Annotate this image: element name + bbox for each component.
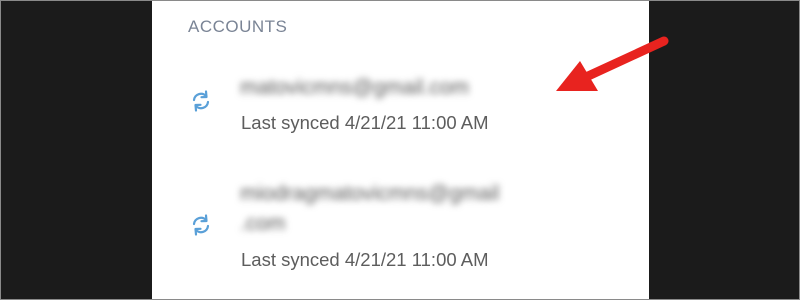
account-last-synced: Last synced 4/21/21 11:00 AM xyxy=(241,249,489,270)
account-email-line-2: .com xyxy=(240,212,286,235)
sync-icon xyxy=(192,90,210,112)
annotation-arrow xyxy=(556,36,669,91)
account-last-synced: Last synced 4/21/21 11:00 AM xyxy=(241,112,489,133)
screenshot-frame: ACCOUNTS matovicmns@gmail.com Last synce… xyxy=(0,0,800,300)
account-email: miodragmatovicmns@gmail .com xyxy=(240,179,570,239)
account-email-line-1: miodragmatovicmns@gmail xyxy=(240,182,500,205)
account-email: matovicmns@gmail.com xyxy=(240,76,470,99)
accounts-section-header: ACCOUNTS xyxy=(188,17,288,36)
sync-icon xyxy=(192,214,210,236)
account-item-2[interactable]: miodragmatovicmns@gmail .com Last synced… xyxy=(152,179,649,279)
